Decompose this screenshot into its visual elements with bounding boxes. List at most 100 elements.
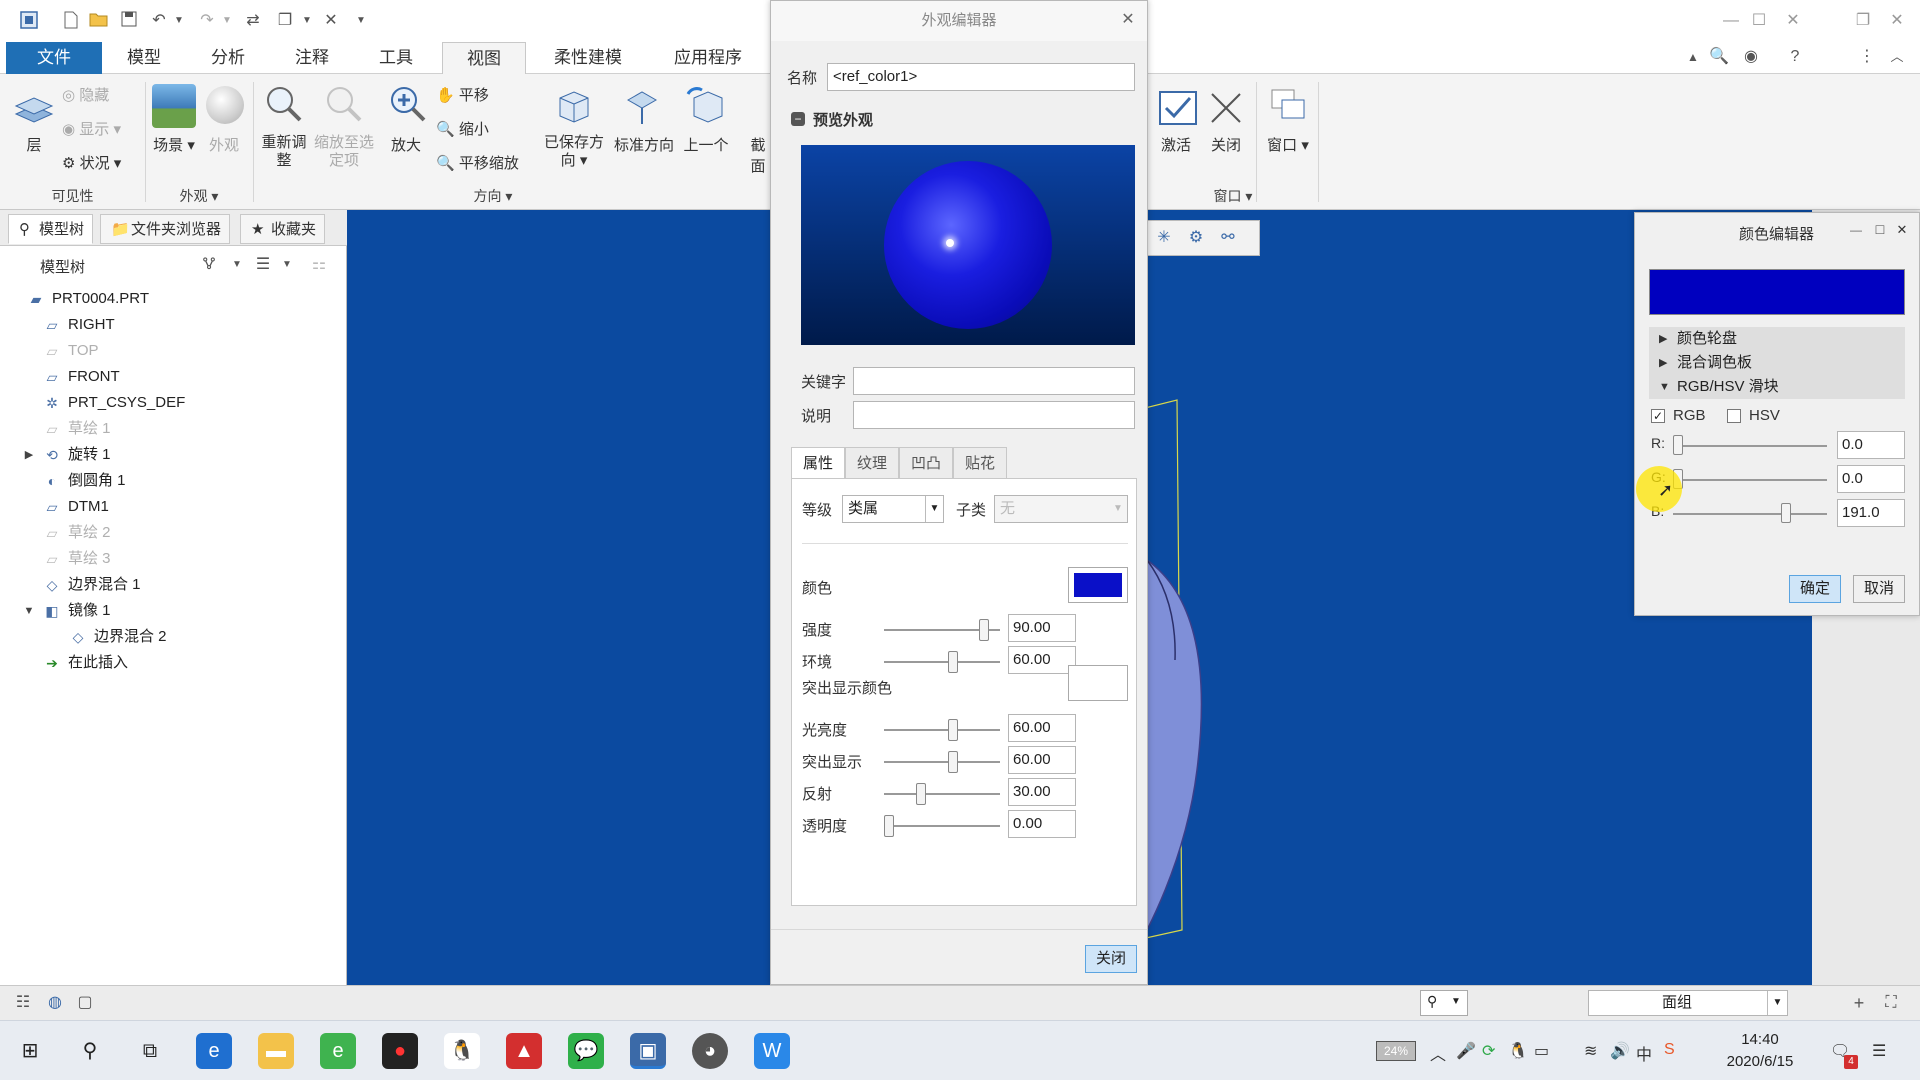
search-icon[interactable]: 🔍 bbox=[1708, 46, 1730, 68]
appearance-icon[interactable] bbox=[206, 86, 244, 124]
tree-toggle-icon[interactable]: ☷ bbox=[12, 992, 34, 1014]
tree-item[interactable]: ▱ RIGHT bbox=[0, 312, 330, 338]
level-select[interactable]: 类属 ▼ bbox=[842, 495, 944, 523]
tree-columns-icon[interactable]: ☰ bbox=[252, 254, 274, 276]
search-icon[interactable]: ⚲ bbox=[72, 1033, 108, 1069]
property-value-field[interactable]: 30.00 bbox=[1008, 778, 1076, 806]
hide-button[interactable]: ◎ 隐藏 bbox=[62, 84, 109, 105]
tree-item[interactable]: ✲ PRT_CSYS_DEF bbox=[0, 390, 330, 416]
plus-icon[interactable]: + bbox=[1848, 992, 1870, 1014]
minimize-icon[interactable]: — bbox=[1845, 219, 1867, 241]
zoom-in-icon[interactable] bbox=[386, 82, 430, 126]
windows-icon[interactable]: ❐ bbox=[274, 10, 296, 32]
close-view-icon[interactable] bbox=[1204, 86, 1248, 130]
tab-view[interactable]: 视图 bbox=[442, 42, 526, 74]
tab-decal[interactable]: 贴花 bbox=[953, 447, 1007, 479]
property-slider-track[interactable] bbox=[884, 761, 1000, 763]
collapse-ribbon-icon[interactable]: ▲ bbox=[1682, 46, 1704, 68]
selection-filter[interactable]: 面组 ▼ bbox=[1588, 990, 1788, 1016]
action-center-icon[interactable]: ☰ bbox=[1872, 1041, 1886, 1061]
tree-item[interactable]: ▱ 草绘 3 bbox=[0, 546, 330, 572]
battery-indicator[interactable]: 24% bbox=[1376, 1041, 1416, 1061]
battery-icon[interactable]: ▭ bbox=[1534, 1041, 1549, 1061]
clock-time[interactable]: 14:40 bbox=[1700, 1031, 1820, 1048]
name-field[interactable]: <ref_color1> bbox=[827, 63, 1135, 91]
regenerate-icon[interactable]: ⇄ bbox=[242, 10, 264, 32]
tree-item[interactable]: ▱ TOP bbox=[0, 338, 330, 364]
view-manager-icon[interactable]: ⚙ bbox=[1185, 227, 1207, 249]
app-close-icon[interactable]: ✕ bbox=[1886, 10, 1908, 32]
property-slider-track[interactable] bbox=[884, 793, 1000, 795]
avatar-app-icon[interactable]: ◕ bbox=[692, 1033, 728, 1069]
fit-icon[interactable]: ⛶ bbox=[1880, 992, 1902, 1014]
description-field[interactable] bbox=[853, 401, 1135, 429]
close-window-icon[interactable]: ✕ bbox=[320, 10, 342, 32]
tree-item[interactable]: ▼ ◧ 镜像 1 bbox=[0, 598, 330, 624]
undo-icon[interactable]: ↶ bbox=[148, 10, 170, 32]
property-slider-thumb[interactable] bbox=[915, 783, 926, 805]
tab-analysis[interactable]: 分析 bbox=[186, 42, 270, 74]
chevron-up-icon[interactable]: ︿ bbox=[1886, 46, 1908, 68]
property-slider-track[interactable] bbox=[884, 661, 1000, 663]
pan-zoom-button[interactable]: 🔍 平移缩放 bbox=[436, 152, 519, 173]
more-icon[interactable]: ⋮ bbox=[1856, 46, 1878, 68]
close-icon[interactable]: ✕ bbox=[1117, 9, 1139, 31]
expand-icon[interactable]: ▶ bbox=[22, 442, 36, 468]
section-rgb-hsv-sliders[interactable]: ▼ RGB/HSV 滑块 bbox=[1649, 375, 1905, 399]
saved-orientations-label[interactable]: 已保存方向 ▾ bbox=[540, 134, 608, 170]
cancel-button[interactable]: 取消 bbox=[1853, 575, 1905, 603]
property-slider-thumb[interactable] bbox=[947, 751, 958, 773]
collapse-preview-icon[interactable]: − bbox=[791, 112, 805, 126]
datum-display-icon[interactable]: ⚯ bbox=[1217, 227, 1239, 249]
show-button[interactable]: ◉ 显示 ▾ bbox=[62, 118, 121, 139]
microphone-icon[interactable]: 🎤 bbox=[1456, 1041, 1476, 1061]
refit-icon[interactable] bbox=[262, 82, 306, 126]
tree-item[interactable]: ◐ 倒圆角 1 bbox=[0, 468, 330, 494]
property-slider-track[interactable] bbox=[884, 825, 1000, 827]
tree-columns-dropdown-icon[interactable]: ▼ bbox=[276, 254, 298, 276]
autocad-icon[interactable]: ▲ bbox=[506, 1033, 542, 1069]
keyword-field[interactable] bbox=[853, 367, 1135, 395]
community-icon[interactable]: ◉ bbox=[1740, 46, 1762, 68]
browser-icon[interactable]: e bbox=[320, 1033, 356, 1069]
tab-texture[interactable]: 纹理 bbox=[845, 447, 899, 479]
property-value-field[interactable]: 0.00 bbox=[1008, 810, 1076, 838]
clock-date[interactable]: 2020/6/15 bbox=[1700, 1053, 1820, 1070]
volume-icon[interactable]: 🔊 bbox=[1610, 1041, 1630, 1061]
sync-icon[interactable]: ⟳ bbox=[1482, 1041, 1495, 1061]
customize-icon[interactable]: ▼ bbox=[350, 10, 372, 32]
fullscreen-toggle-icon[interactable]: ▢ bbox=[74, 992, 96, 1014]
wechat-icon[interactable]: 💬 bbox=[568, 1033, 604, 1069]
property-value-field[interactable]: 60.00 bbox=[1008, 714, 1076, 742]
subclass-select[interactable]: 无 ▼ bbox=[994, 495, 1128, 523]
chevron-up-icon[interactable]: ︿ bbox=[1430, 1041, 1446, 1065]
channel-slider-thumb[interactable] bbox=[1780, 503, 1791, 523]
tree-item[interactable]: ▰ PRT0004.PRT bbox=[0, 286, 330, 312]
pan-button[interactable]: ✋ 平移 bbox=[436, 84, 489, 105]
tab-favorites[interactable]: ★ 收藏夹 bbox=[240, 214, 326, 244]
close-button[interactable]: 关闭 bbox=[1085, 945, 1137, 973]
color-swatch-button[interactable] bbox=[1068, 567, 1128, 603]
ime-icon[interactable]: 中 bbox=[1636, 1041, 1652, 1065]
qq-tray-icon[interactable]: 🐧 bbox=[1508, 1041, 1528, 1061]
qq-icon[interactable]: 🐧 bbox=[444, 1033, 480, 1069]
new-icon[interactable] bbox=[60, 10, 82, 32]
tree-item[interactable]: ▱ DTM1 bbox=[0, 494, 330, 520]
model-surface[interactable] bbox=[1137, 370, 1397, 970]
creo-icon[interactable]: ▣ bbox=[630, 1033, 666, 1069]
previous-orientation-icon[interactable] bbox=[684, 84, 728, 128]
activate-icon[interactable] bbox=[1156, 86, 1200, 130]
channel-value-field[interactable]: 191.0 bbox=[1837, 499, 1905, 527]
property-slider-thumb[interactable] bbox=[979, 619, 990, 641]
channel-slider-track[interactable] bbox=[1673, 479, 1827, 481]
tab-flexible-modeling[interactable]: 柔性建模 bbox=[530, 42, 646, 74]
close-icon[interactable]: ✕ bbox=[1891, 219, 1913, 241]
section-blend-palette[interactable]: ▶ 混合调色板 bbox=[1649, 351, 1905, 375]
open-icon[interactable] bbox=[88, 10, 110, 32]
tab-file[interactable]: 文件 bbox=[6, 42, 102, 74]
standard-orientation-icon[interactable] bbox=[620, 84, 664, 128]
section-color-wheel[interactable]: ▶ 颜色轮盘 bbox=[1649, 327, 1905, 351]
channel-slider-track[interactable] bbox=[1673, 445, 1827, 447]
saved-orientations-icon[interactable] bbox=[552, 84, 596, 128]
window-icon[interactable] bbox=[1266, 84, 1310, 128]
